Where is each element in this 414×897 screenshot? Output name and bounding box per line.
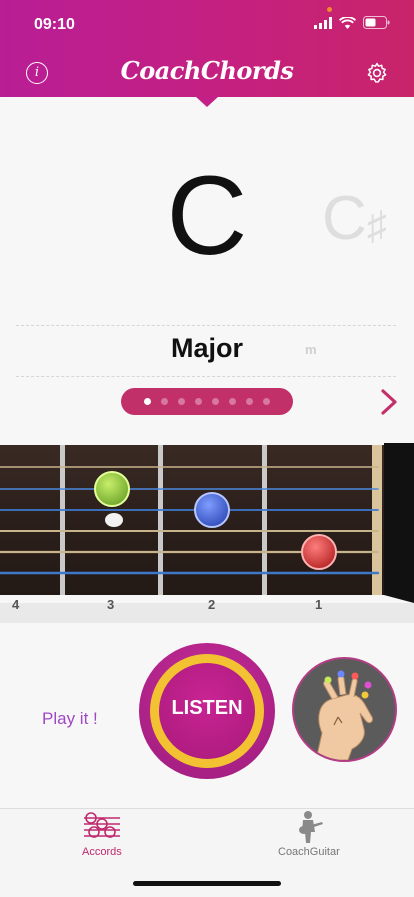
pager-dot[interactable] <box>161 398 168 405</box>
tab-coachguitar[interactable]: CoachGuitar <box>270 810 354 862</box>
wifi-icon <box>339 16 356 29</box>
chord-quality[interactable]: Major <box>0 333 414 364</box>
pager-dot[interactable] <box>229 398 236 405</box>
voicing-pager[interactable] <box>121 388 293 415</box>
nut-marker <box>105 513 123 527</box>
next-chord-root: C <box>322 184 367 253</box>
tab-coachguitar-label: CoachGuitar <box>278 846 340 858</box>
status-icons <box>314 16 390 29</box>
pager-dot[interactable] <box>144 398 151 405</box>
header-pointer <box>195 96 219 107</box>
fret-number: 1 <box>315 597 323 612</box>
chevron-right-icon[interactable] <box>378 388 400 416</box>
home-indicator[interactable] <box>133 881 281 886</box>
next-chord-accidental: ♯ <box>366 204 387 248</box>
listen-label: LISTEN <box>171 697 243 719</box>
guitarist-icon <box>299 811 323 843</box>
hand-position-button[interactable] <box>292 657 397 762</box>
fret-number: 4 <box>12 597 20 612</box>
pager-dot[interactable] <box>246 398 253 405</box>
divider <box>16 376 396 377</box>
tab-accords[interactable]: Accords <box>66 810 140 862</box>
fret-number: 3 <box>107 597 115 612</box>
finger-marker-blue[interactable] <box>194 492 230 528</box>
divider <box>16 325 396 326</box>
play-it-label: Play it ! <box>42 709 98 728</box>
next-quality-preview[interactable]: m <box>305 342 317 357</box>
app-title: CoachChords <box>120 56 294 85</box>
gear-icon[interactable] <box>365 61 389 85</box>
fretboard <box>0 443 414 623</box>
finger-marker-green[interactable] <box>94 471 130 507</box>
pager-dot[interactable] <box>212 398 219 405</box>
fret-number: 2 <box>208 597 216 612</box>
pager-dot[interactable] <box>178 398 185 405</box>
signal-icon <box>314 16 332 29</box>
status-time: 09:10 <box>34 16 75 33</box>
tab-accords-label: Accords <box>82 846 122 858</box>
finger-marker-red[interactable] <box>301 534 337 570</box>
pager-dot[interactable] <box>263 398 270 405</box>
chords-icon <box>84 812 120 838</box>
recording-indicator <box>327 7 332 12</box>
pager-dot[interactable] <box>195 398 202 405</box>
battery-icon <box>363 16 390 29</box>
hand-icon <box>315 670 373 760</box>
next-chord-preview[interactable]: C♯ <box>322 188 387 257</box>
